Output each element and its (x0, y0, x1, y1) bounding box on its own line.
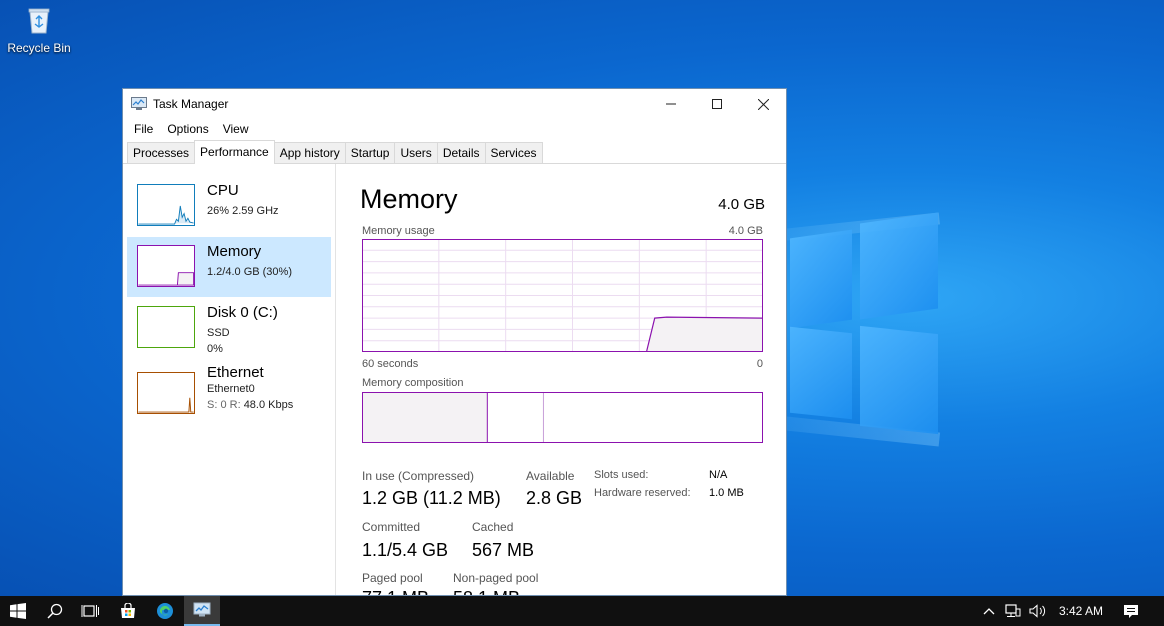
menu-file[interactable]: File (127, 122, 160, 136)
page-title: Memory (360, 184, 458, 214)
sidebar-item-cpu[interactable]: CPU 26% 2.59 GHz (127, 176, 331, 236)
close-icon (757, 98, 769, 110)
ethernet-thumbnail-graph (137, 372, 195, 414)
task-view-icon (81, 605, 99, 617)
chevron-up-icon (983, 608, 995, 615)
tab-processes[interactable]: Processes (127, 142, 196, 163)
non-paged-pool-value: 58.1 MB (453, 588, 520, 595)
memory-composition-label: Memory composition (362, 377, 464, 389)
task-manager-icon (193, 602, 211, 617)
tab-services[interactable]: Services (484, 142, 543, 163)
edge-button[interactable] (147, 596, 183, 626)
task-manager-window: Task Manager File Options View Processes… (122, 88, 787, 596)
task-view-button[interactable] (72, 596, 108, 626)
maximize-button[interactable] (694, 89, 740, 119)
committed-label: Committed (362, 520, 421, 534)
taskbar: 3:42 AM (0, 596, 1164, 626)
sidebar-item-detail: 1.2/4.0 GB (30%) (207, 266, 292, 278)
sidebar-item-detail: Ethernet0 (207, 383, 255, 395)
recycle-bin-label: Recycle Bin (7, 41, 71, 55)
in-use-value: 1.2 GB (11.2 MB) (362, 488, 501, 508)
disk-thumbnail-graph (137, 306, 195, 348)
tab-details[interactable]: Details (436, 142, 486, 163)
cached-label: Cached (472, 520, 514, 534)
sidebar-item-ethernet[interactable]: Ethernet Ethernet0 S: 0 R: 48.0 Kbps (127, 364, 331, 424)
slots-used-label: Slots used: (594, 469, 649, 481)
sidebar-item-memory[interactable]: Memory 1.2/4.0 GB (30%) (127, 237, 331, 297)
window-title: Task Manager (153, 97, 229, 111)
search-icon (47, 603, 63, 619)
notification-center-button[interactable] (1112, 596, 1150, 626)
available-label: Available (526, 469, 575, 483)
sidebar-item-detail: 0% (207, 343, 223, 355)
memory-usage-label: Memory usage (362, 225, 435, 237)
in-use-label: In use (Compressed) (362, 469, 475, 483)
sidebar-item-detail: 26% 2.59 GHz (207, 205, 279, 217)
memory-composition-bar (362, 392, 763, 443)
task-manager-taskbar-button[interactable] (184, 596, 220, 626)
tab-users[interactable]: Users (394, 142, 438, 163)
sidebar-item-label: Disk 0 (C:) (207, 304, 278, 321)
recycle-bin-icon (28, 8, 50, 34)
cached-value: 567 MB (472, 540, 535, 560)
tab-app-history[interactable]: App history (273, 142, 346, 163)
memory-thumbnail-graph (137, 245, 195, 287)
time-axis-start: 60 seconds (362, 358, 419, 370)
tab-performance[interactable]: Performance (194, 140, 275, 164)
memory-detail-panel: Memory 4.0 GB Memory usage 4.0 GB 60 sec… (360, 164, 765, 595)
cpu-thumbnail-graph (137, 184, 195, 226)
time-axis-end: 0 (756, 358, 763, 370)
notification-icon (1124, 604, 1138, 618)
memory-usage-graph (362, 239, 763, 352)
start-icon (10, 603, 26, 619)
windows-logo-wallpaper (790, 210, 940, 435)
performance-sidebar: CPU 26% 2.59 GHz Memory 1.2/4.0 GB (30%)… (123, 164, 336, 595)
sidebar-item-detail: SSD (207, 327, 230, 339)
search-button[interactable] (37, 596, 73, 626)
slots-used-value: N/A (709, 469, 728, 481)
available-value: 2.8 GB (526, 488, 583, 508)
recycle-bin-shortcut[interactable]: Recycle Bin (6, 6, 72, 55)
start-button[interactable] (0, 596, 36, 626)
sidebar-item-label: Memory (207, 243, 262, 260)
minimize-button[interactable] (648, 89, 694, 119)
volume-icon (1029, 604, 1046, 618)
menu-options[interactable]: Options (160, 122, 215, 136)
minimize-icon (666, 103, 676, 105)
title-bar[interactable]: Task Manager (123, 89, 786, 119)
committed-value: 1.1/5.4 GB (362, 540, 449, 560)
volume-button[interactable] (1022, 596, 1054, 626)
tab-strip: Processes Performance App history Startu… (123, 139, 786, 164)
paged-pool-value: 77.1 MB (362, 588, 429, 595)
edge-icon (157, 603, 173, 619)
network-icon (1005, 604, 1021, 617)
non-paged-pool-label: Non-paged pool (453, 571, 539, 585)
paged-pool-label: Paged pool (362, 571, 423, 585)
hardware-reserved-label: Hardware reserved: (594, 487, 691, 499)
store-button[interactable] (110, 596, 146, 626)
sidebar-item-label: CPU (207, 182, 239, 199)
sidebar-item-label: Ethernet (207, 364, 264, 381)
menu-bar: File Options View (123, 119, 786, 139)
store-icon (121, 603, 135, 618)
memory-usage-max: 4.0 GB (728, 225, 763, 237)
maximize-icon (712, 99, 722, 109)
close-button[interactable] (740, 89, 786, 119)
sidebar-item-detail: S: 0 R: 48.0 Kbps (207, 399, 294, 411)
sidebar-item-disk[interactable]: Disk 0 (C:) SSD 0% (127, 298, 331, 358)
clock[interactable]: 3:42 AM (1056, 596, 1106, 626)
hardware-reserved-value: 1.0 MB (709, 487, 744, 499)
menu-view[interactable]: View (216, 122, 256, 136)
tab-startup[interactable]: Startup (344, 142, 396, 163)
task-manager-app-icon (131, 97, 147, 110)
memory-total: 4.0 GB (718, 196, 765, 213)
